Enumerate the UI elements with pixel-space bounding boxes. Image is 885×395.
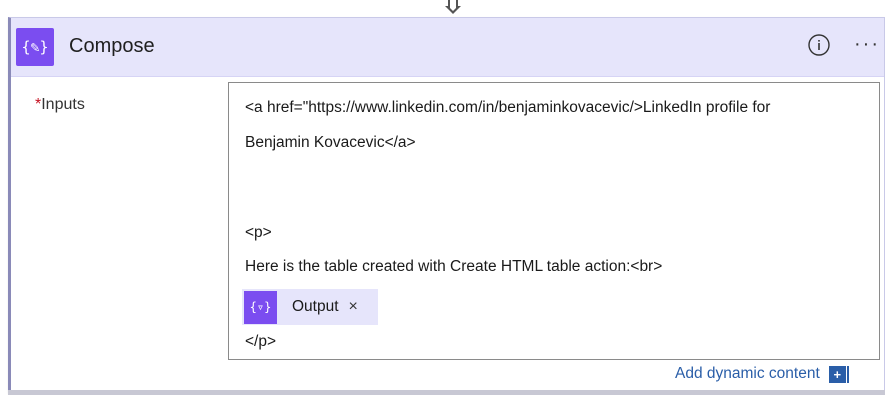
input-line-3: <p> (245, 224, 272, 241)
input-line-5: </p> (245, 333, 277, 350)
action-title[interactable]: Compose (69, 35, 155, 58)
dynamic-content-icon: {▿} (244, 290, 277, 324)
compose-action-card: {✎} Compose ··· *Inputs <a href="https:/… (8, 17, 885, 393)
input-line-4: Here is the table created with Create HT… (245, 258, 663, 275)
plus-icon-bar (846, 365, 849, 383)
plus-icon[interactable]: + (828, 365, 846, 383)
output-token[interactable]: {▿} Output × (242, 289, 378, 325)
info-icon[interactable] (807, 33, 831, 57)
more-options-icon[interactable]: ··· (854, 33, 880, 56)
action-header[interactable]: {✎} Compose ··· (11, 18, 884, 77)
card-bottom-shadow (8, 390, 885, 395)
compose-curly-braces-icon: {✎} (16, 28, 54, 66)
inputs-field[interactable]: <a href="https://www.linkedin.com/in/ben… (228, 82, 880, 360)
output-token-label: Output (292, 298, 339, 315)
connector-arrow-icon (445, 0, 461, 14)
inputs-label: *Inputs (35, 96, 85, 114)
input-line-1: <a href="https://www.linkedin.com/in/ben… (245, 99, 771, 116)
inputs-label-text: Inputs (41, 96, 85, 113)
close-icon[interactable]: × (349, 298, 358, 316)
add-dynamic-content-button[interactable]: Add dynamic content + (675, 365, 849, 383)
input-line-2: Benjamin Kovacevic</a> (245, 134, 416, 151)
add-dynamic-content-label[interactable]: Add dynamic content (675, 365, 820, 383)
